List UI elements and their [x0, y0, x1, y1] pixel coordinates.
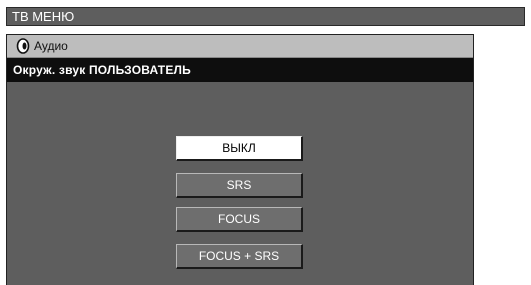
option-off-button[interactable]: ВЫКЛ [176, 136, 303, 161]
audio-disc-icon [16, 38, 30, 54]
audio-label: Аудио [34, 39, 68, 53]
audio-panel: Аудио Окруж. звук ПОЛЬЗОВАТЕЛЬ ВЫКЛ SRS … [6, 34, 474, 285]
option-focus-button[interactable]: FOCUS [176, 207, 303, 232]
menu-title: ТВ МЕНЮ [12, 9, 75, 24]
surround-setting-bar[interactable]: Окруж. звук ПОЛЬЗОВАТЕЛЬ [7, 58, 473, 82]
option-srs-button[interactable]: SRS [176, 173, 303, 198]
audio-header: Аудио [7, 34, 473, 58]
menu-title-bar: ТВ МЕНЮ [6, 7, 525, 26]
option-focus-srs-button[interactable]: FOCUS + SRS [176, 244, 303, 269]
surround-setting-label: Окруж. звук ПОЛЬЗОВАТЕЛЬ [13, 63, 191, 77]
